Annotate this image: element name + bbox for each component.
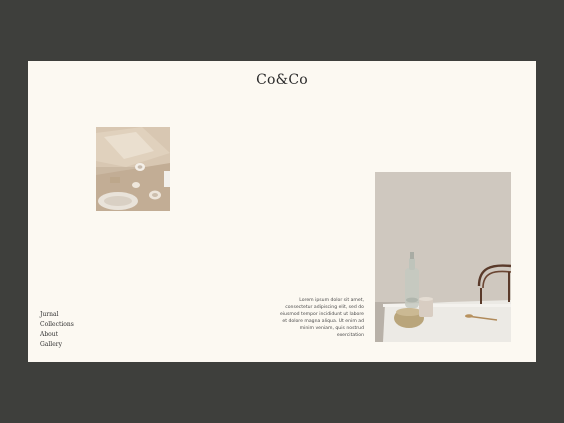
featured-photo-table[interactable]	[375, 172, 511, 342]
main-nav: Jurnal Collections About Gallery	[40, 310, 74, 350]
table-still-life-image	[375, 172, 511, 342]
nav-item-about[interactable]: About	[40, 330, 74, 340]
intro-text-line: minim veniam, quis nostrud	[299, 326, 364, 331]
nav-item-collections[interactable]: Collections	[40, 320, 74, 330]
featured-photo-ceramics[interactable]	[96, 127, 170, 211]
brand-logo[interactable]: Co&Co	[28, 72, 536, 88]
ceramics-still-life-image	[96, 127, 170, 211]
intro-text-line: exercitation	[336, 333, 364, 338]
intro-text-line: Lorem ipsum dolor sit amet,	[299, 298, 364, 303]
nav-item-gallery[interactable]: Gallery	[40, 340, 74, 350]
nav-item-jurnal[interactable]: Jurnal	[40, 310, 74, 320]
page-canvas: Co&Co Jurnal Collections About Gallery L…	[28, 61, 536, 362]
intro-text: Lorem ipsum dolor sit amet, consectetur …	[274, 297, 364, 339]
intro-text-line: eiusmod tempor incididunt ut labore	[279, 312, 364, 317]
intro-text-line: et dolore magna aliqua. Ut enim ad	[282, 319, 364, 324]
intro-text-line: consectetur adipiscing elit, sed do	[285, 305, 364, 310]
